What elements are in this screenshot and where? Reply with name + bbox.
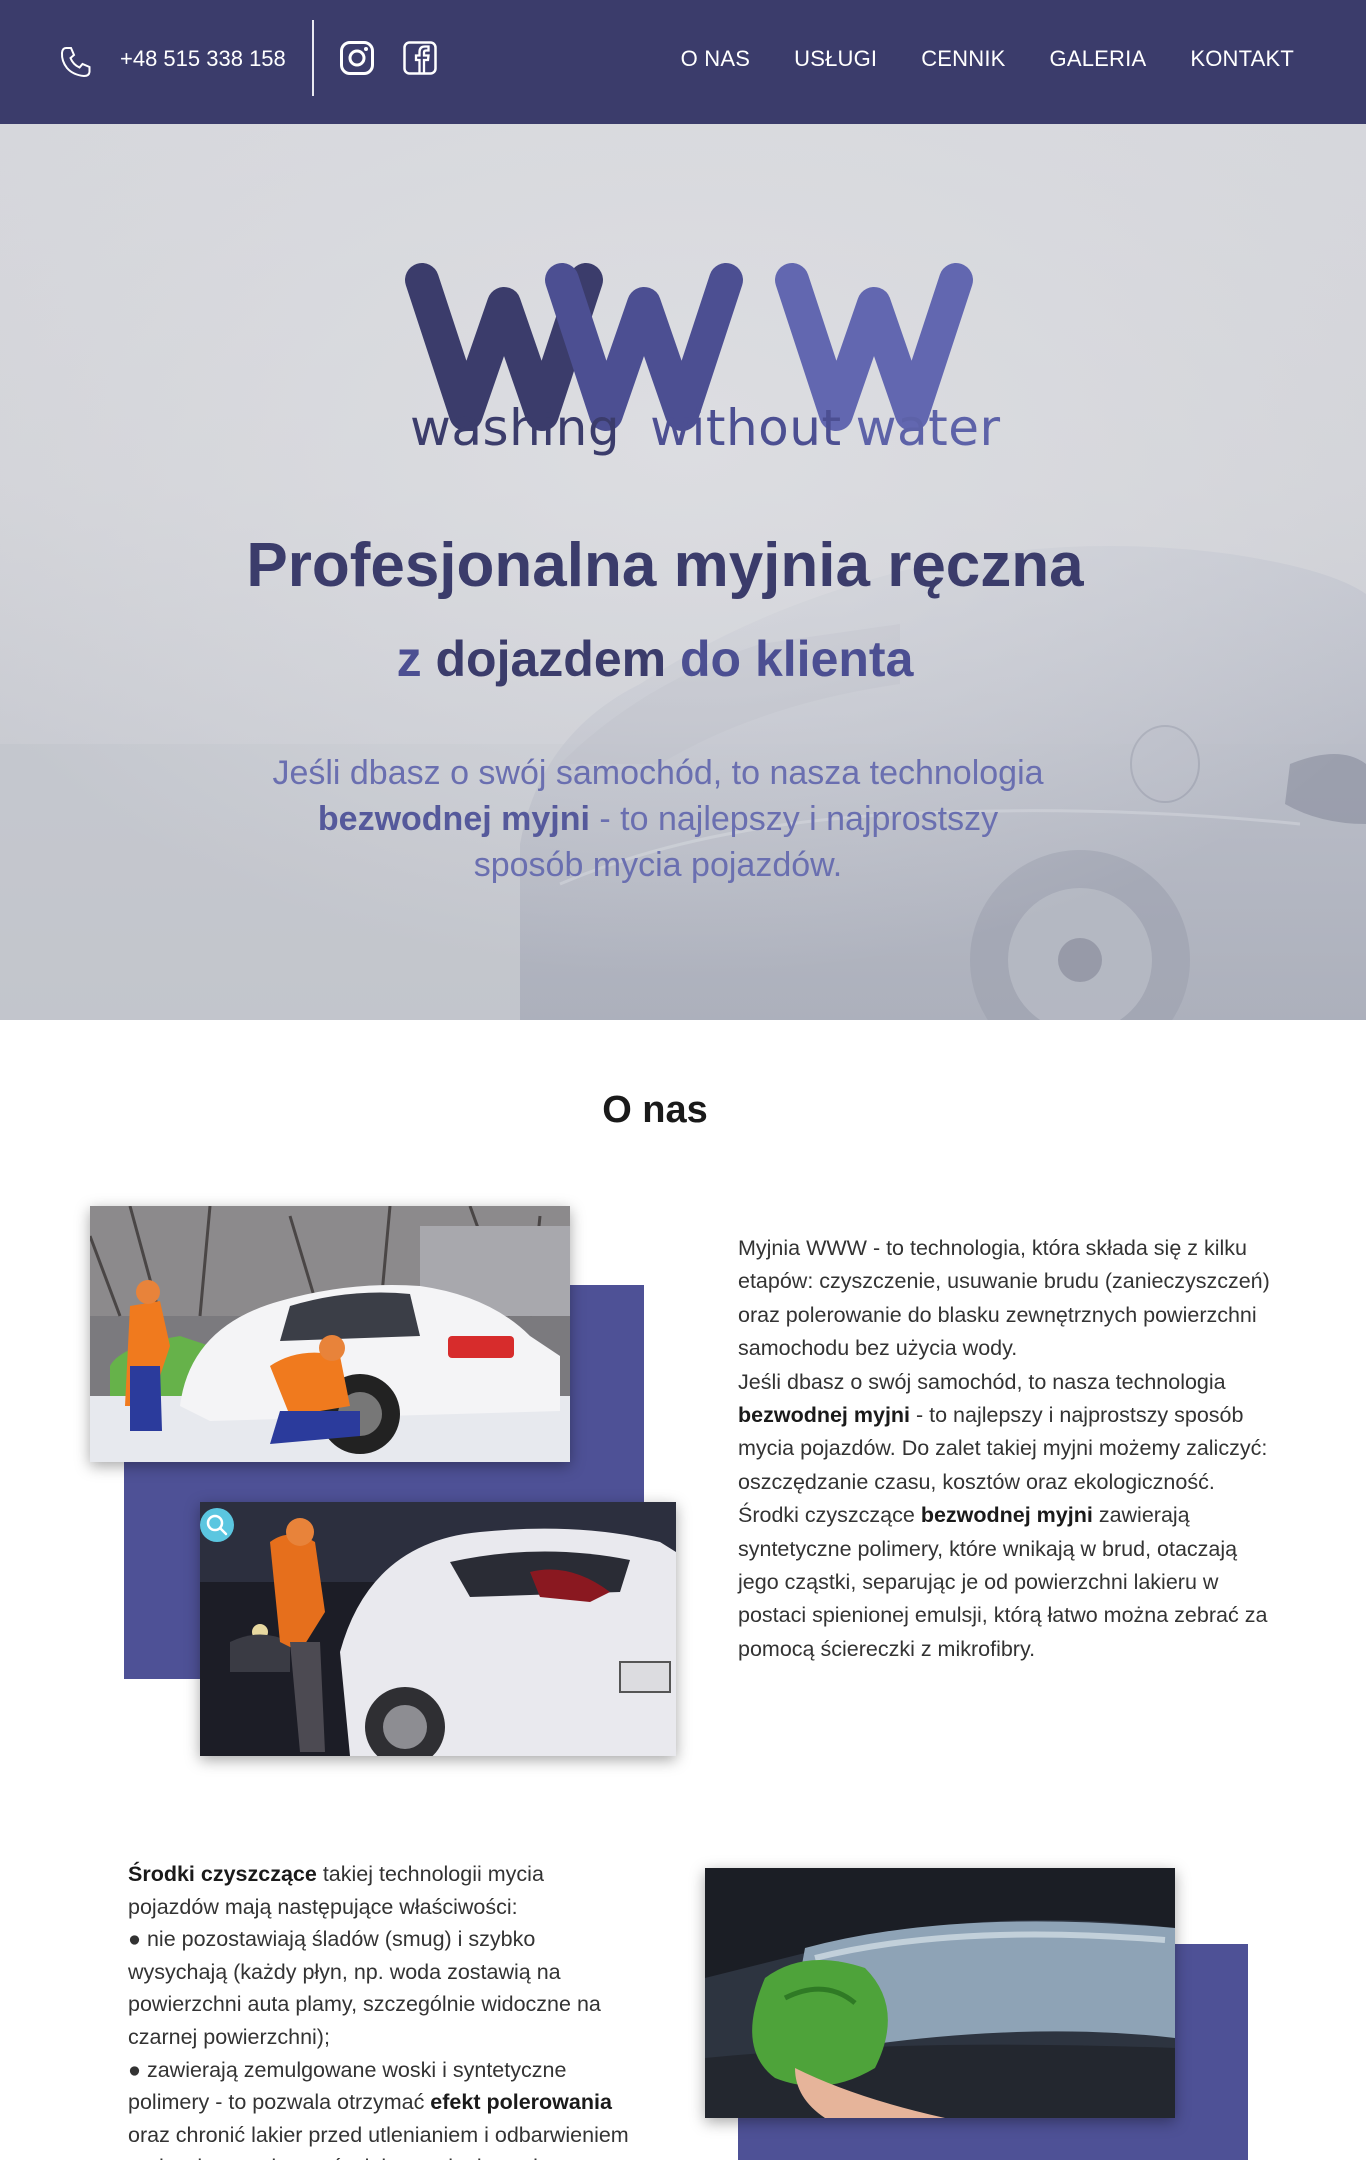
properties-item-1: ● nie pozostawiają śladów (smug) i szybk…: [128, 1927, 601, 2049]
hero-subtitle-bold: dojazdem: [435, 631, 667, 687]
nav-link-cennik[interactable]: CENNIK: [921, 44, 1005, 74]
about-p3-bold: bezwodnej myjni: [920, 1503, 1093, 1528]
hero-subtitle: z dojazdem do klienta: [0, 628, 1310, 690]
hero-subtitle-post: do klienta: [666, 631, 914, 687]
hero-title: Profesjonalna myjnia ręczna: [246, 531, 1084, 600]
instagram-icon[interactable]: [339, 40, 375, 76]
photo-worker-cleaning-car-at-night[interactable]: [200, 1502, 676, 1756]
top-bar: +48 515 338 158 O NAS USŁUGI CENNIK GALE…: [0, 0, 1366, 124]
about-paragraph-1: Myjnia WWW - to technologia, która skład…: [738, 1236, 1270, 1361]
logo-word-water: water: [855, 399, 1001, 457]
about-paragraph-3: Środki czyszczące bezwodnej myjni zawier…: [738, 1499, 1270, 1666]
hero-description: Jeśli dbasz o swój samochód, to nasza te…: [258, 750, 1058, 888]
hero-desc-line2: - to najlepszy i najprostszy: [589, 800, 999, 838]
photo-workers-washing-white-car[interactable]: [90, 1206, 570, 1462]
about-p2-pre: Jeśli dbasz o swój samochód, to nasza te…: [738, 1369, 1226, 1394]
hero-desc-line1: Jeśli dbasz o swój samochód, to nasza te…: [272, 754, 1044, 792]
main-nav: O NAS USŁUGI CENNIK GALERIA KONTAKT: [637, 44, 1294, 74]
photo-hand-polishing-car-window[interactable]: [705, 1868, 1175, 2118]
about-paragraph-2: Jeśli dbasz o swój samochód, to nasza te…: [738, 1366, 1270, 1500]
nav-link-kontakt[interactable]: KONTAKT: [1190, 44, 1294, 74]
properties-item2-bold: efekt polerowania: [430, 2090, 612, 2115]
phone-icon[interactable]: [58, 44, 94, 80]
about-p3-pre: Środki czyszczące: [738, 1503, 921, 1528]
about-text: Myjnia WWW - to technologia, która skład…: [738, 1232, 1270, 1666]
nav-link-uslugi[interactable]: USŁUGI: [794, 44, 877, 74]
facebook-icon[interactable]: [402, 40, 438, 76]
logo-word-without: without: [650, 399, 842, 457]
nav-link-galeria[interactable]: GALERIA: [1050, 44, 1147, 74]
header-divider: [312, 20, 314, 96]
properties-text: Środki czyszczące takiej technologii myc…: [128, 1858, 638, 2160]
hero-section: washing without water Profesjonalna myjnia…: [0, 124, 1366, 1020]
logo-word-washing: washing: [410, 399, 621, 457]
properties-item2-post: oraz chronić lakier przed utlenianiem i …: [128, 2122, 629, 2160]
hero-desc-line3: sposób mycia pojazdów.: [473, 846, 843, 884]
logo-tagline: washing without water: [410, 398, 1000, 458]
hero-subtitle-pre: z: [396, 631, 436, 687]
zoom-icon[interactable]: [200, 1508, 234, 1542]
about-p2-bold: bezwodnej myjni: [738, 1403, 911, 1428]
phone-number[interactable]: +48 515 338 158: [120, 44, 286, 74]
nav-link-o-nas[interactable]: O NAS: [681, 44, 750, 74]
properties-item-2: ● zawierają zemulgowane woski i syntetyc…: [128, 2054, 638, 2160]
properties-intro: Środki czyszczące takiej technologii myc…: [128, 1858, 638, 1923]
about-section-title: O nas: [602, 1089, 708, 1131]
properties-intro-bold: Środki czyszczące: [128, 1862, 317, 1886]
hero-desc-bold: bezwodnej myjni: [317, 800, 590, 838]
